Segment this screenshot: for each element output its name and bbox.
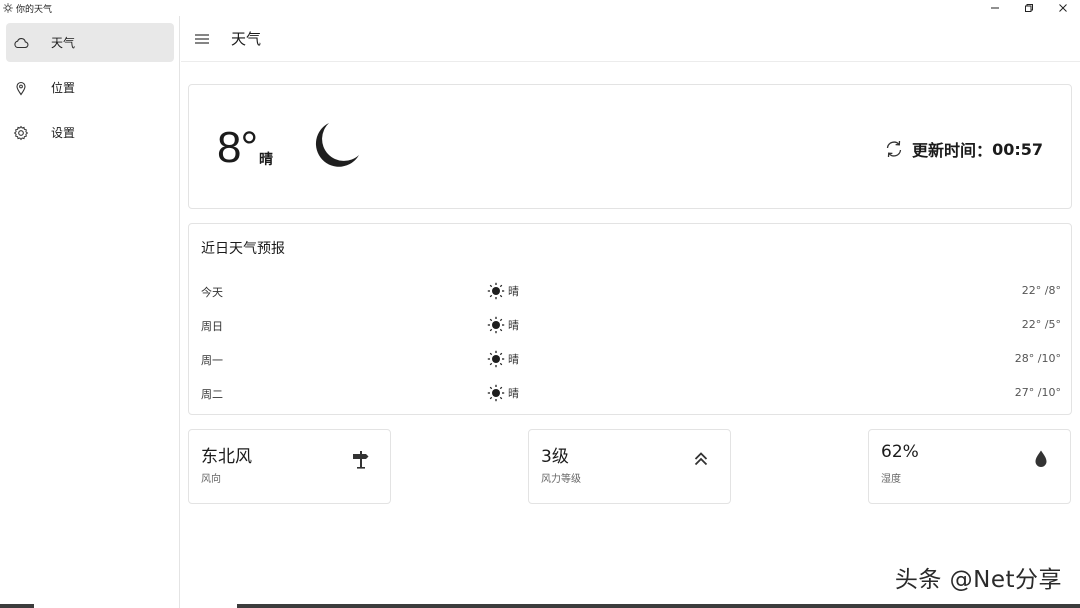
current-weather-card: 8° 晴 更新时间： 00:57 bbox=[188, 84, 1072, 209]
forecast-card: 近日天气预报 今天 晴 22° /8° 周日 晴 22° /5° 周一 晴 28… bbox=[188, 223, 1072, 415]
bottom-divider bbox=[0, 604, 1080, 608]
watermark: 头条 @Net分享 bbox=[894, 567, 1062, 593]
close-button[interactable] bbox=[1046, 0, 1080, 16]
forecast-condition: 晴 bbox=[508, 353, 519, 366]
wind-level-card: 3级 风力等级 bbox=[528, 429, 731, 504]
forecast-temp-range: 27° /10° bbox=[1014, 386, 1061, 399]
wind-direction-label: 风向 bbox=[201, 474, 221, 485]
current-condition: 晴 bbox=[259, 152, 273, 168]
current-temperature: 8° bbox=[217, 123, 258, 172]
page-title: 天气 bbox=[231, 30, 262, 48]
sidebar-item-location[interactable]: 位置 bbox=[6, 68, 174, 107]
sidebar-item-settings[interactable]: 设置 bbox=[6, 113, 174, 152]
wind-direction-value: 东北风 bbox=[201, 447, 252, 467]
sun-icon bbox=[487, 350, 505, 368]
forecast-day: 今天 bbox=[201, 286, 223, 299]
forecast-day: 周一 bbox=[201, 354, 223, 367]
sun-icon bbox=[487, 384, 505, 402]
forecast-condition: 晴 bbox=[508, 285, 519, 298]
forecast-day: 周二 bbox=[201, 388, 223, 401]
forecast-temp-range: 22° /8° bbox=[1021, 284, 1061, 297]
sun-app-icon bbox=[3, 3, 13, 13]
gear-icon bbox=[13, 125, 29, 141]
bottom-divider-segment bbox=[237, 604, 1080, 608]
forecast-temp-range: 22° /5° bbox=[1021, 318, 1061, 331]
update-time-group: 更新时间： 00:57 bbox=[884, 137, 1043, 161]
wind-direction-card: 东北风 风向 bbox=[188, 429, 391, 504]
humidity-card: 62% 湿度 bbox=[868, 429, 1071, 504]
forecast-day: 周日 bbox=[201, 320, 223, 333]
forecast-condition: 晴 bbox=[508, 387, 519, 400]
sidebar: 天气 位置 设置 bbox=[0, 16, 180, 608]
refresh-icon[interactable] bbox=[884, 139, 904, 159]
window-controls bbox=[978, 0, 1080, 16]
forecast-row: 今天 晴 22° /8° bbox=[189, 282, 1073, 302]
signpost-icon bbox=[350, 448, 372, 470]
update-time-label: 更新时间： bbox=[912, 141, 993, 160]
window-title: 你的天气 bbox=[16, 4, 53, 15]
water-drop-icon bbox=[1030, 448, 1052, 470]
forecast-temp-range: 28° /10° bbox=[1014, 352, 1061, 365]
sun-icon bbox=[487, 282, 505, 300]
cloud-icon bbox=[13, 35, 29, 51]
hamburger-menu-button[interactable] bbox=[191, 28, 213, 50]
forecast-row: 周二 晴 27° /10° bbox=[189, 384, 1073, 404]
forecast-title: 近日天气预报 bbox=[201, 241, 285, 257]
humidity-value: 62% bbox=[881, 442, 919, 462]
wind-level-value: 3级 bbox=[541, 447, 569, 467]
double-chevron-up-icon bbox=[690, 448, 712, 470]
forecast-condition-group: 晴 bbox=[487, 384, 519, 402]
update-time-value: 00:57 bbox=[992, 139, 1043, 159]
humidity-label: 湿度 bbox=[881, 474, 901, 485]
forecast-row: 周日 晴 22° /5° bbox=[189, 316, 1073, 336]
forecast-condition-group: 晴 bbox=[487, 282, 519, 300]
forecast-condition-group: 晴 bbox=[487, 350, 519, 368]
forecast-condition-group: 晴 bbox=[487, 316, 519, 334]
forecast-condition: 晴 bbox=[508, 319, 519, 332]
minimize-button[interactable] bbox=[978, 0, 1012, 16]
sidebar-item-label: 天气 bbox=[51, 36, 76, 50]
wind-level-label: 风力等级 bbox=[541, 474, 581, 485]
header: 天气 bbox=[181, 16, 1080, 62]
title-bar: 你的天气 bbox=[0, 0, 1080, 16]
restore-button[interactable] bbox=[1012, 0, 1046, 16]
forecast-row: 周一 晴 28° /10° bbox=[189, 350, 1073, 370]
moon-icon bbox=[309, 119, 363, 173]
sidebar-item-weather[interactable]: 天气 bbox=[6, 23, 174, 62]
sidebar-item-label: 设置 bbox=[51, 126, 76, 140]
bottom-divider-segment bbox=[0, 604, 34, 608]
sidebar-item-label: 位置 bbox=[51, 81, 76, 95]
sun-icon bbox=[487, 316, 505, 334]
location-pin-icon bbox=[13, 80, 29, 96]
